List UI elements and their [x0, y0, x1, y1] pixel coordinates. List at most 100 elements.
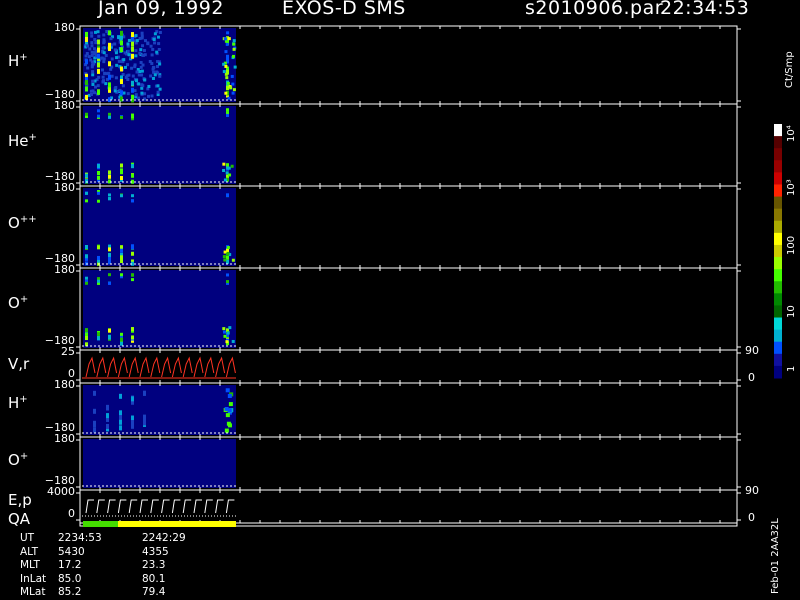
spectrogram-cell — [108, 61, 111, 67]
right-tick-label-top: 90 — [745, 344, 759, 357]
spectrogram-cell — [141, 53, 145, 57]
spectrogram-cell — [222, 168, 226, 172]
spectrogram-cell — [93, 390, 96, 396]
spectrogram-cell — [124, 75, 128, 79]
velocity-trace — [204, 356, 215, 378]
spectrogram-cell — [86, 66, 90, 70]
spectrogram-cell — [108, 45, 111, 51]
panel-label-6: O+ — [8, 451, 28, 469]
spectrogram-cell — [140, 69, 144, 73]
spectrogram-cell — [231, 54, 235, 58]
spectrogram-cell — [85, 245, 88, 250]
energy-trace — [96, 499, 105, 514]
y-tick-label-top: 180 — [54, 21, 75, 34]
spectrogram-cell — [89, 92, 93, 96]
spectrogram-cell — [97, 114, 100, 118]
spectrogram-cell — [90, 44, 94, 48]
spectrogram-cell — [233, 65, 237, 69]
spectrogram-cell — [84, 54, 88, 58]
spectrogram-cell — [143, 390, 146, 396]
colorbar-segment — [774, 148, 782, 161]
spectrogram-cell — [108, 328, 111, 333]
spectrogram-cell — [102, 60, 106, 64]
spectrogram-cell — [97, 170, 100, 175]
spectrogram-cell — [120, 255, 123, 260]
spectrogram-cell — [120, 245, 123, 250]
spectrogram-cell — [106, 423, 109, 429]
spectrogram-cell — [108, 74, 111, 80]
spectrogram-cell — [231, 339, 235, 343]
spectrogram-cell — [131, 164, 134, 169]
spectrogram-background — [83, 270, 236, 348]
spectrogram-cell — [133, 65, 137, 69]
spectrogram-cell — [120, 66, 123, 72]
spectrogram-cell — [97, 332, 100, 337]
spectrogram-cell — [108, 170, 111, 175]
spectrogram-cell — [85, 261, 88, 266]
velocity-trace — [96, 356, 107, 378]
spectrogram-cell — [143, 78, 147, 82]
y-tick-label-top: 4000 — [47, 485, 75, 498]
right-tick-label-top: 90 — [745, 484, 759, 497]
spectrogram-cell — [147, 84, 151, 88]
panel-label-name: O — [8, 214, 20, 232]
spectrogram-cell — [226, 273, 229, 277]
spectrogram-cell — [225, 388, 230, 393]
spectrogram-cell — [140, 91, 144, 95]
spectrogram-cell — [227, 408, 232, 413]
spectrogram-cell — [104, 82, 108, 86]
spectrogram-cell — [108, 115, 111, 119]
version-label: Feb-01 2AA32L — [770, 518, 781, 594]
colorbar-segment — [774, 353, 782, 367]
spectrogram-cell — [131, 32, 134, 38]
energy-trace — [215, 499, 224, 514]
spectrogram-cell — [131, 199, 134, 203]
spectrogram-cell — [222, 70, 226, 74]
velocity-trace — [107, 356, 118, 378]
spectrogram-cell — [137, 82, 141, 86]
spectrogram-cell — [113, 48, 117, 52]
colorbar-segment — [774, 317, 782, 331]
spectrogram-cell — [96, 84, 100, 88]
panel-label-0: H+ — [8, 52, 28, 70]
qa-segment-fair — [118, 521, 236, 527]
spectrogram-cell — [232, 42, 236, 46]
spectrogram-cell — [226, 331, 230, 335]
spectrogram-cell — [225, 76, 229, 80]
spectrogram-cell — [117, 35, 121, 39]
spectrogram-cell — [127, 38, 131, 42]
spectrogram-cell — [88, 47, 92, 51]
colorbar-segment — [774, 196, 782, 210]
spectrogram-cell — [225, 252, 229, 256]
panel-label-3: O+ — [8, 294, 28, 312]
spectrogram-cell — [130, 66, 134, 70]
spectrogram-cell — [153, 73, 157, 77]
spectrogram-cell — [131, 87, 134, 93]
spectrogram-cell — [131, 53, 134, 59]
spectrogram-cell — [94, 30, 98, 34]
orbit-row-label: MLat — [20, 586, 46, 598]
orbit-row-label: ALT — [20, 545, 39, 558]
colorbar-label: 10 — [786, 305, 797, 318]
spectrogram-cell — [134, 34, 138, 38]
spectrogram-cell — [223, 178, 227, 182]
panel-label-name: H — [8, 52, 20, 70]
spectrogram-cell — [224, 428, 229, 433]
spectrogram-cell — [97, 89, 100, 95]
energy-trace — [150, 499, 159, 514]
spectrogram-cell — [224, 91, 228, 95]
spectrogram-cell — [97, 277, 100, 281]
orbit-row-label: MLT — [20, 559, 40, 571]
colorbar-segment — [774, 136, 782, 149]
spectrogram-cell — [134, 79, 138, 83]
spectrogram-cell — [140, 31, 144, 35]
spectrogram-cell — [108, 179, 111, 184]
spectrogram-cell — [108, 334, 111, 339]
spectrogram-cell — [226, 246, 230, 250]
qa-segment-good — [83, 521, 118, 527]
spectrogram-cell — [85, 86, 88, 92]
colorbar-label: 10⁴ — [786, 125, 797, 142]
spectrogram-cell — [226, 31, 230, 35]
spectrogram-cell — [231, 258, 235, 262]
colorbar-segment — [774, 208, 782, 222]
